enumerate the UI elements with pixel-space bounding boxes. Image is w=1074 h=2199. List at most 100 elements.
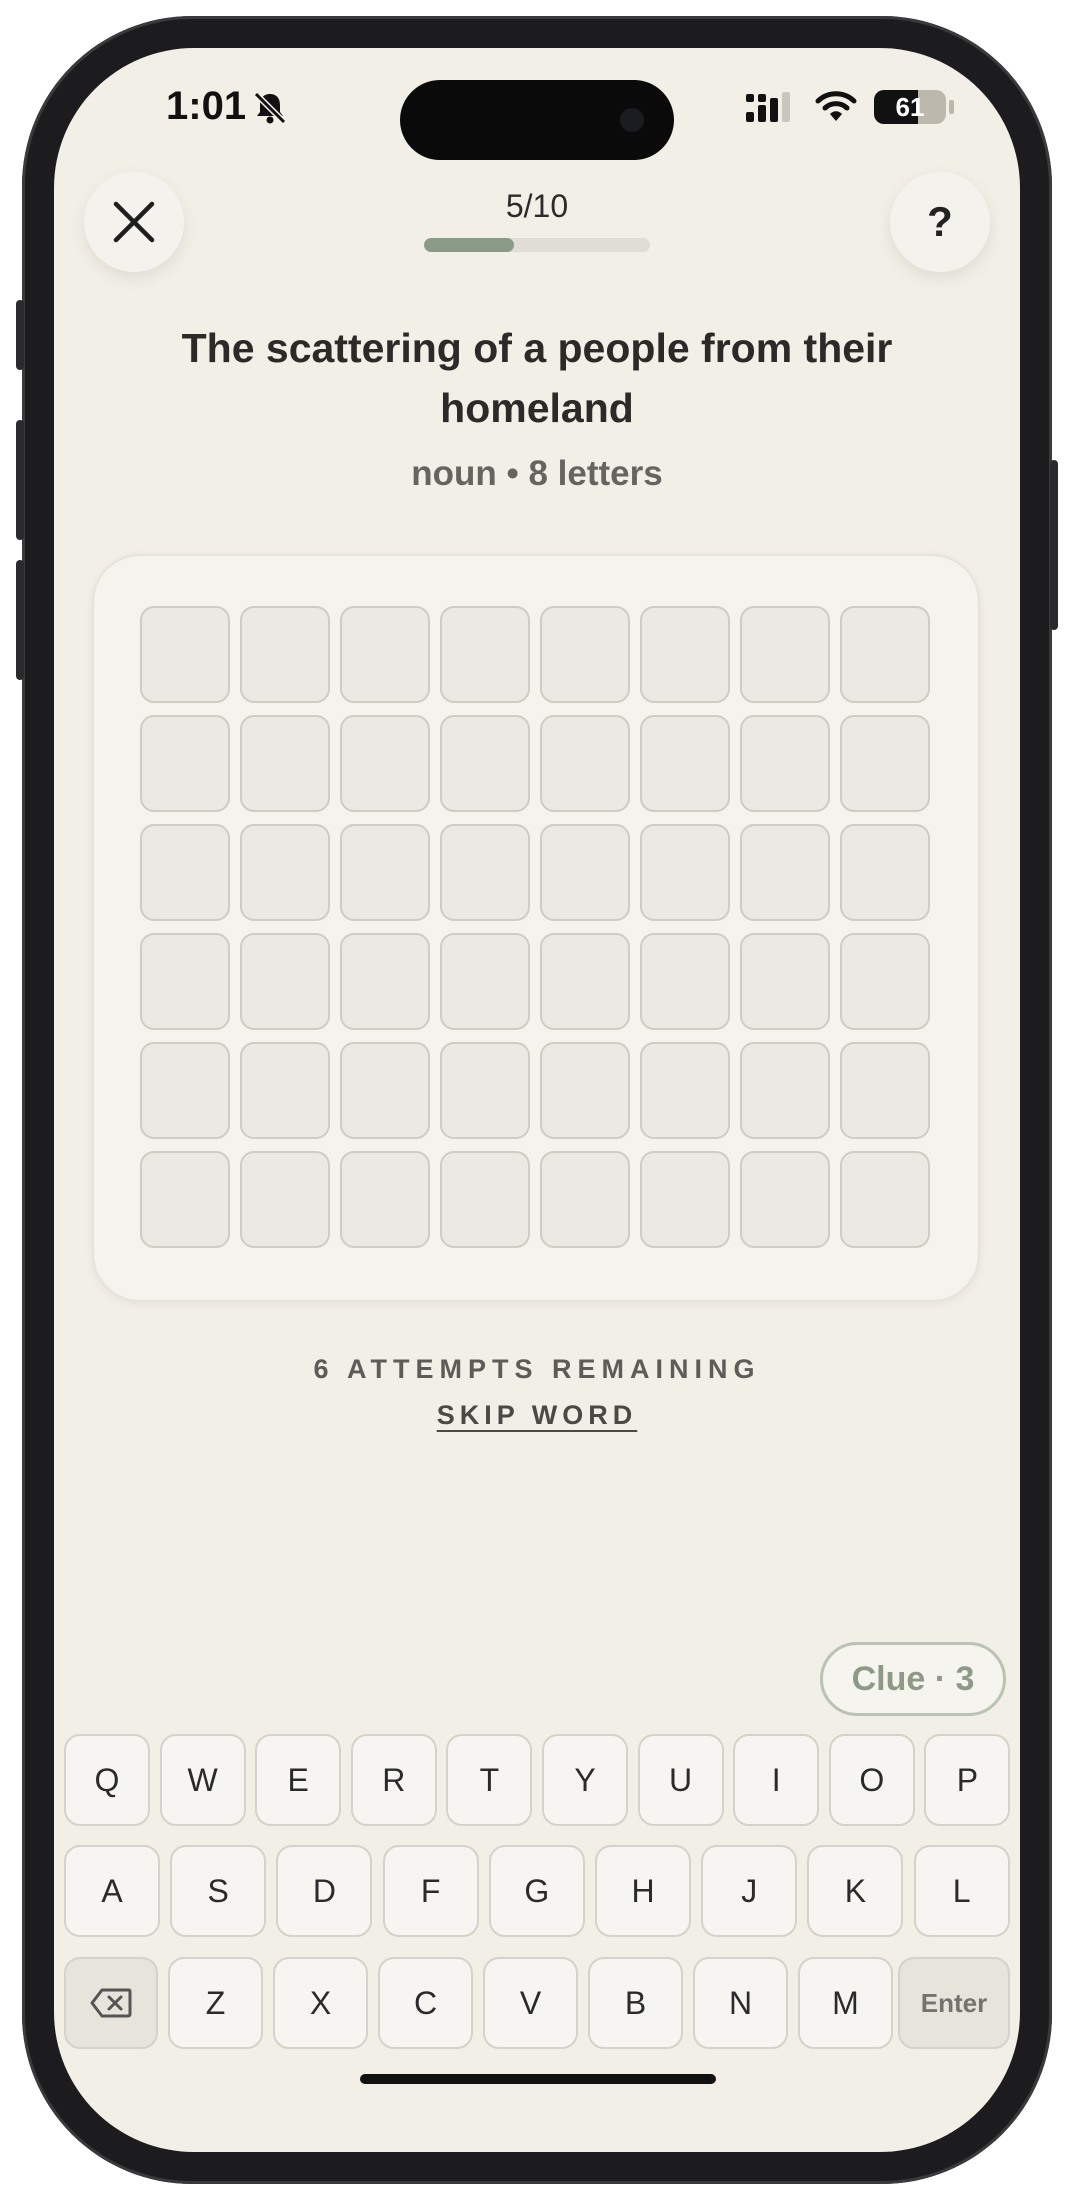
side-button xyxy=(16,420,24,540)
enter-key[interactable]: Enter xyxy=(898,1957,1010,2049)
key-w[interactable]: W xyxy=(159,1734,246,1826)
letter-cell xyxy=(440,933,530,1030)
key-s[interactable]: S xyxy=(170,1845,267,1937)
key-n[interactable]: N xyxy=(693,1957,788,2049)
letter-cell xyxy=(640,824,730,921)
letter-cell xyxy=(640,1151,730,1248)
key-z[interactable]: Z xyxy=(168,1957,263,2049)
letter-cell xyxy=(340,824,430,921)
key-b[interactable]: B xyxy=(588,1957,683,2049)
letter-cell xyxy=(340,606,430,703)
letter-cell xyxy=(440,606,530,703)
key-q[interactable]: Q xyxy=(64,1734,150,1826)
help-button[interactable]: ? xyxy=(890,172,990,272)
letter-grid xyxy=(140,606,930,1248)
letter-cell xyxy=(540,1151,630,1248)
key-l[interactable]: L xyxy=(913,1845,1010,1937)
side-button xyxy=(16,560,24,680)
letter-cell xyxy=(140,1151,230,1248)
letter-cell xyxy=(840,933,930,1030)
battery-level: 61 xyxy=(895,92,925,122)
backspace-key[interactable] xyxy=(64,1957,158,2049)
key-g[interactable]: G xyxy=(488,1845,585,1937)
letter-cell xyxy=(640,606,730,703)
letter-cell xyxy=(140,824,230,921)
letter-cell xyxy=(540,824,630,921)
key-a[interactable]: A xyxy=(64,1845,160,1937)
letter-cell xyxy=(240,824,330,921)
letter-cell xyxy=(340,1151,430,1248)
guess-board xyxy=(92,554,980,1302)
letter-cell xyxy=(640,933,730,1030)
letter-cell xyxy=(140,1042,230,1139)
letter-cell xyxy=(740,606,830,703)
letter-cell xyxy=(240,933,330,1030)
letter-cell xyxy=(740,1042,830,1139)
key-o[interactable]: O xyxy=(828,1734,915,1826)
letter-cell xyxy=(840,1042,930,1139)
key-j[interactable]: J xyxy=(701,1845,798,1937)
letter-cell xyxy=(440,1042,530,1139)
wifi-icon xyxy=(815,91,857,121)
attempts-remaining: 6 ATTEMPTS REMAINING xyxy=(313,1354,761,1384)
letter-cell xyxy=(140,715,230,812)
progress-fill xyxy=(424,238,515,252)
letter-cell xyxy=(840,824,930,921)
key-t[interactable]: T xyxy=(446,1734,533,1826)
letter-cell xyxy=(240,715,330,812)
letter-cell xyxy=(340,715,430,812)
home-indicator xyxy=(360,2074,716,2084)
letter-cell xyxy=(840,715,930,812)
status-time: 1:01 xyxy=(166,84,247,128)
letter-cell xyxy=(440,824,530,921)
letter-cell xyxy=(540,933,630,1030)
letter-cell xyxy=(240,1042,330,1139)
signal-icon xyxy=(746,92,790,122)
letter-cell xyxy=(440,715,530,812)
key-v[interactable]: V xyxy=(483,1957,578,2049)
letter-cell xyxy=(740,715,830,812)
key-i[interactable]: I xyxy=(733,1734,820,1826)
dynamic-island xyxy=(400,80,674,160)
letter-cell xyxy=(240,606,330,703)
camera-icon xyxy=(620,108,644,132)
key-x[interactable]: X xyxy=(273,1957,368,2049)
letter-cell xyxy=(240,1151,330,1248)
clue-meta: noun • 8 letters xyxy=(411,454,663,493)
letter-cell xyxy=(640,1042,730,1139)
battery-cap xyxy=(949,100,954,114)
app-screen: 1:01 61 5/10 ? The scattering of a peopl… xyxy=(54,48,1020,2152)
battery-indicator: 61 xyxy=(874,90,946,124)
key-h[interactable]: H xyxy=(595,1845,691,1937)
key-c[interactable]: C xyxy=(378,1957,473,2049)
key-d[interactable]: D xyxy=(276,1845,373,1937)
letter-cell xyxy=(140,606,230,703)
letter-cell xyxy=(440,1151,530,1248)
key-m[interactable]: M xyxy=(798,1957,893,2049)
letter-cell xyxy=(740,933,830,1030)
backspace-icon xyxy=(90,1988,132,2018)
key-f[interactable]: F xyxy=(382,1845,479,1937)
skip-word-link[interactable]: SKIP WORD xyxy=(437,1400,638,1430)
key-y[interactable]: Y xyxy=(542,1734,628,1826)
key-r[interactable]: R xyxy=(350,1734,437,1826)
letter-cell xyxy=(540,1042,630,1139)
letter-cell xyxy=(840,1151,930,1248)
progress-bar xyxy=(424,238,650,252)
bell-slash-icon xyxy=(253,91,287,125)
clue-definition: The scattering of a people from their ho… xyxy=(181,325,893,431)
progress-label: 5/10 xyxy=(505,188,569,224)
letter-cell xyxy=(640,715,730,812)
key-p[interactable]: P xyxy=(924,1734,1011,1826)
question-icon: ? xyxy=(927,198,953,245)
skip-word-container: SKIP WORD xyxy=(54,1400,1020,1431)
side-button xyxy=(1050,460,1058,630)
clue-button[interactable]: Clue · 3 xyxy=(820,1642,1006,1716)
letter-cell xyxy=(340,933,430,1030)
letter-cell xyxy=(540,606,630,703)
key-u[interactable]: U xyxy=(637,1734,724,1826)
letter-cell xyxy=(140,933,230,1030)
key-e[interactable]: E xyxy=(255,1734,342,1826)
key-k[interactable]: K xyxy=(807,1845,904,1937)
letter-cell xyxy=(840,606,930,703)
